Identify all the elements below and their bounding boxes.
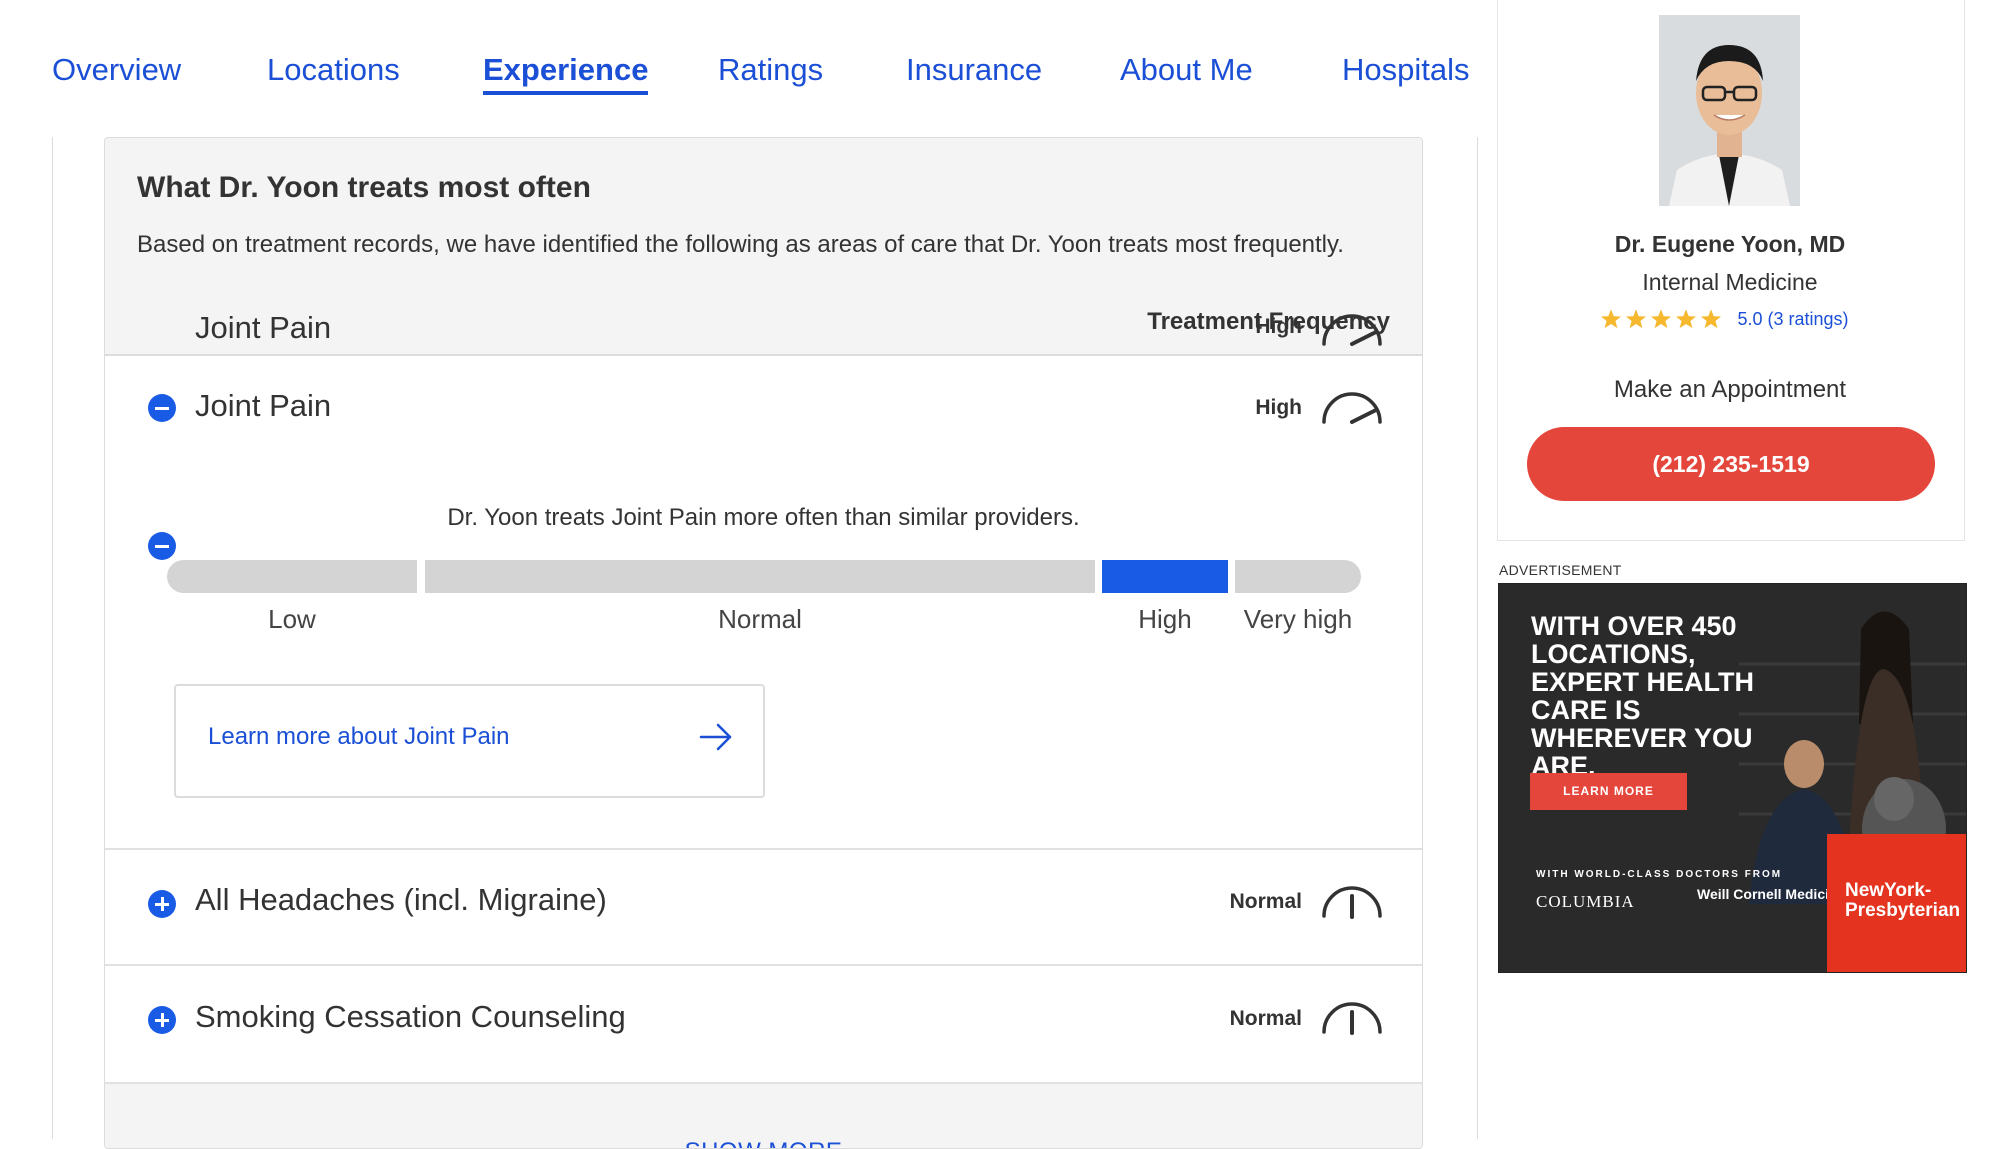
comparison-text: Dr. Yoon treats Joint Pain more often th… — [447, 504, 1080, 531]
profile-section-nav: Overview Locations Experience Ratings In… — [0, 0, 1500, 128]
columbia-logo: COLUMBIA — [1536, 892, 1635, 911]
tab-experience[interactable]: Experience — [483, 50, 649, 95]
scale-segment-high — [1102, 560, 1228, 593]
card-title: What Dr. Yoon treats most often — [137, 171, 591, 204]
treats-most-often-card: What Dr. Yoon treats most often Based on… — [104, 137, 1423, 1149]
condition-divider — [105, 964, 1422, 966]
tab-locations[interactable]: Locations — [267, 50, 400, 90]
speedometer-icon — [1322, 1002, 1382, 1035]
ad-tagline: WITH WORLD-CLASS DOCTORS FROM — [1536, 869, 1783, 880]
star-icon — [1600, 309, 1622, 329]
condition-level-joint-pain: High — [1255, 396, 1302, 419]
call-phone-button[interactable]: (212) 235-1519 — [1527, 427, 1935, 501]
tab-about-me[interactable]: About Me — [1120, 50, 1253, 90]
rating-count-link[interactable]: 5.0 (3 ratings) — [1737, 309, 1848, 330]
star-icon — [1650, 309, 1672, 329]
advertisement-banner[interactable]: WITH OVER 450 LOCATIONS, EXPERT HEALTH C… — [1498, 583, 1967, 973]
star-icon — [1625, 309, 1647, 329]
scale-segment-very-high — [1235, 560, 1361, 593]
provider-specialty: Internal Medicine — [1642, 269, 1818, 295]
tab-insurance[interactable]: Insurance — [906, 50, 1042, 90]
plus-circle-icon[interactable] — [148, 1006, 176, 1034]
scale-label-low: Low — [268, 604, 316, 634]
tab-overview[interactable]: Overview — [52, 50, 181, 90]
scale-label-normal: Normal — [718, 604, 802, 634]
tab-ratings[interactable]: Ratings — [718, 50, 823, 90]
star-icon — [1700, 309, 1722, 329]
provider-photo — [1659, 15, 1800, 206]
speedometer-icon — [1322, 392, 1382, 424]
minus-circle-icon[interactable] — [148, 532, 176, 560]
provider-name: Dr. Eugene Yoon, MD — [1614, 231, 1846, 257]
condition-name-headaches[interactable]: All Headaches (incl. Migraine) — [195, 882, 607, 918]
provider-rating: 5.0 (3 ratings) — [1600, 308, 1849, 336]
learn-more-text: Learn more about Joint Pain — [208, 723, 510, 750]
content-right-border — [1477, 137, 1478, 1139]
ad-headline: WITH OVER 450 LOCATIONS, EXPERT HEALTH C… — [1531, 611, 1755, 781]
condition-name-joint-pain[interactable]: Joint Pain — [195, 310, 331, 346]
scale-label-high: High — [1138, 604, 1192, 634]
condition-level-smoking-cessation: Normal — [1229, 1007, 1302, 1030]
speedometer-icon — [1322, 886, 1382, 919]
minus-circle-icon[interactable] — [148, 394, 176, 422]
arrow-right-icon — [699, 723, 732, 751]
ad-learn-more-button[interactable]: LEARN MORE — [1530, 773, 1687, 810]
content-left-border — [52, 137, 53, 1139]
condition-divider — [105, 848, 1422, 850]
show-more-button[interactable]: SHOW MORE — [105, 1138, 1422, 1148]
scale-segment-normal — [425, 560, 1095, 593]
condition-level-joint-pain: High — [1255, 315, 1302, 338]
make-appointment-label: Make an Appointment — [1613, 376, 1847, 403]
speedometer-icon — [1322, 314, 1382, 346]
advertisement-label: ADVERTISEMENT — [1499, 562, 1622, 578]
plus-circle-icon[interactable] — [148, 890, 176, 918]
newyork-presbyterian-logo: NewYork-Presbyterian — [1827, 834, 1966, 972]
condition-name-smoking-cessation[interactable]: Smoking Cessation Counseling — [195, 999, 626, 1035]
condition-name-joint-pain[interactable]: Joint Pain — [195, 388, 331, 424]
tab-hospitals[interactable]: Hospitals — [1342, 50, 1470, 90]
learn-more-joint-pain-link[interactable]: Learn more about Joint Pain — [174, 684, 765, 798]
scale-segment-low — [167, 560, 417, 593]
star-icon — [1675, 309, 1697, 329]
scale-label-very-high: Very high — [1243, 604, 1353, 634]
weill-cornell-logo: Weill Cornell Medicine — [1697, 886, 1846, 902]
condition-level-headaches: Normal — [1229, 890, 1302, 913]
card-description: Based on treatment records, we have iden… — [137, 231, 1344, 258]
